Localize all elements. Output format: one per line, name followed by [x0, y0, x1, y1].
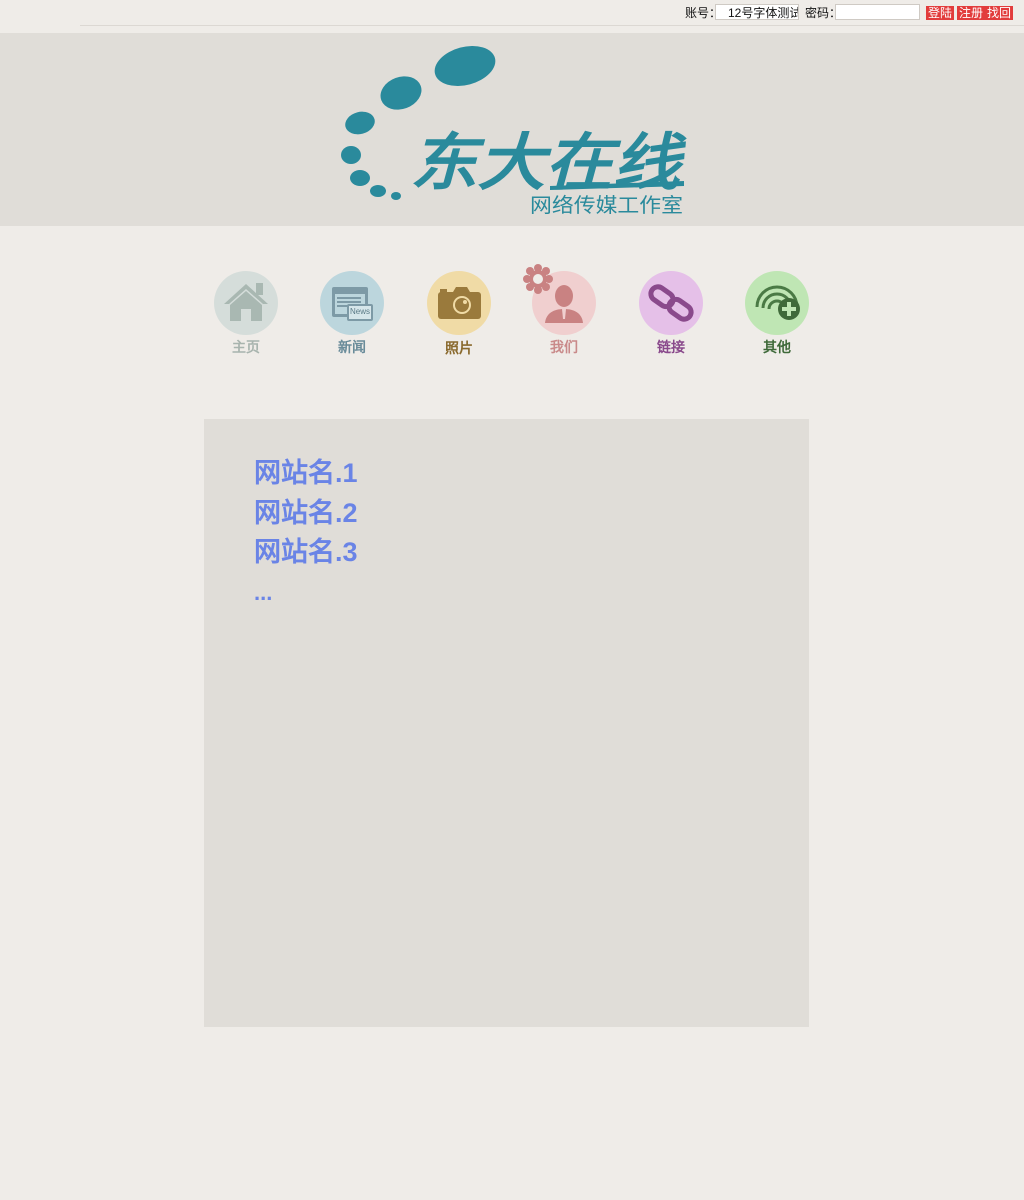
- nav-label-photos: 照片: [445, 340, 473, 356]
- login-button[interactable]: 登陆: [926, 6, 955, 20]
- password-input[interactable]: [835, 4, 920, 20]
- site-link-more[interactable]: ...: [254, 577, 272, 609]
- home-icon: [214, 271, 278, 335]
- nav-label-about: 我们: [550, 339, 578, 355]
- divider: [80, 25, 1024, 26]
- recover-button[interactable]: 找回: [985, 6, 1014, 20]
- site-link-3[interactable]: 网站名.3: [254, 536, 358, 568]
- nav-item-home[interactable]: 主页: [214, 271, 278, 371]
- add-signal-icon: [745, 271, 809, 335]
- nav-item-links[interactable]: 链接: [639, 271, 703, 371]
- site-link-1[interactable]: 网站名.1: [254, 457, 358, 489]
- nav-item-photos[interactable]: 照片: [427, 271, 491, 371]
- link-icon: [639, 271, 703, 335]
- nav-label-home: 主页: [232, 339, 260, 355]
- account-input[interactable]: [715, 4, 799, 20]
- nav-item-about[interactable]: 我们: [523, 264, 596, 371]
- camera-icon: [427, 271, 491, 335]
- brand-subtitle: 网络传媒工作室: [530, 193, 683, 216]
- news-icon-text: News: [349, 307, 370, 316]
- nav-label-other: 其他: [763, 339, 791, 355]
- nav-item-news[interactable]: News 新闻: [320, 271, 384, 371]
- site-logo[interactable]: 东大在线 网络传媒工作室: [340, 44, 690, 217]
- nav-label-links: 链接: [657, 339, 685, 355]
- nav-item-other[interactable]: 其他: [745, 271, 809, 371]
- content-panel: 网站名.1 网站名.2 网站名.3 ...: [204, 419, 809, 1027]
- register-button[interactable]: 注册: [957, 6, 986, 20]
- nav-label-news: 新闻: [338, 339, 366, 355]
- news-icon: News: [320, 271, 384, 335]
- login-bar: 账号： 密码： 登陆 注册 找回: [0, 0, 1024, 26]
- gear-icon: [523, 264, 553, 294]
- brand-title: 东大在线: [410, 126, 688, 199]
- site-link-2[interactable]: 网站名.2: [254, 497, 358, 529]
